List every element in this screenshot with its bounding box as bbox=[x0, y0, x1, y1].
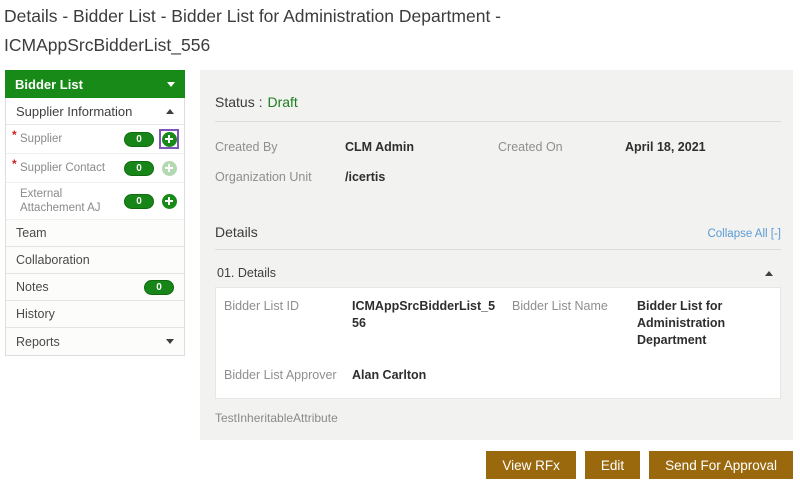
sidebar-item-label: Notes bbox=[16, 280, 49, 294]
created-by-value: CLM Admin bbox=[345, 140, 498, 154]
chevron-down-icon bbox=[167, 82, 175, 87]
sidebar-item-label: Collaboration bbox=[16, 253, 90, 267]
sidebar-header-label: Bidder List bbox=[15, 77, 83, 92]
created-on-label: Created On bbox=[498, 140, 625, 154]
view-rfx-button[interactable]: View RFx bbox=[486, 451, 576, 479]
sidebar-item-supplier-contact[interactable]: * Supplier Contact 0 bbox=[6, 154, 184, 183]
bidder-list-name-label: Bidder List Name bbox=[512, 298, 637, 349]
sidebar-section-supplier-information[interactable]: Supplier Information bbox=[6, 98, 184, 125]
sidebar-item-label: Supplier Contact bbox=[20, 161, 124, 175]
main-panel: Status : Draft Created By CLM Admin Creat… bbox=[200, 70, 793, 440]
bidder-list-approver-label: Bidder List Approver bbox=[224, 367, 352, 384]
details-fields-box: Bidder List ID ICMAppSrcBidderList_556 B… bbox=[215, 287, 781, 399]
count-badge: 0 bbox=[124, 194, 154, 209]
sidebar-item-label: Team bbox=[16, 226, 47, 240]
bidder-list-id-label: Bidder List ID bbox=[224, 298, 352, 349]
add-supplier-contact-button bbox=[159, 158, 179, 178]
sidebar-section-label: Supplier Information bbox=[16, 104, 132, 119]
status-row: Status : Draft bbox=[215, 70, 781, 110]
divider bbox=[215, 121, 781, 122]
bidder-list-name-value: Bidder List for Administration Departmen… bbox=[637, 298, 772, 349]
organization-unit-label: Organization Unit bbox=[215, 170, 345, 184]
sidebar-item-label: History bbox=[16, 307, 55, 321]
chevron-down-icon bbox=[166, 339, 174, 344]
sidebar-item-label: Reports bbox=[16, 335, 60, 349]
chevron-up-icon bbox=[765, 271, 773, 276]
sidebar-item-label: External Attachement AJ bbox=[20, 187, 124, 215]
required-marker: * bbox=[12, 157, 17, 171]
required-marker: * bbox=[12, 128, 17, 142]
created-by-label: Created By bbox=[215, 140, 345, 154]
organization-unit-value: /icertis bbox=[345, 170, 498, 184]
count-badge: 0 bbox=[124, 161, 154, 176]
count-badge: 0 bbox=[144, 280, 174, 295]
sidebar-item-reports[interactable]: Reports bbox=[6, 328, 184, 355]
edit-button[interactable]: Edit bbox=[585, 451, 640, 479]
sidebar-item-team[interactable]: Team bbox=[6, 220, 184, 247]
created-on-value: April 18, 2021 bbox=[625, 140, 781, 154]
chevron-up-icon bbox=[166, 109, 174, 114]
bidder-list-id-value: ICMAppSrcBidderList_556 bbox=[352, 298, 512, 349]
sidebar: Bidder List Supplier Information * Suppl… bbox=[5, 70, 185, 356]
sidebar-item-history[interactable]: History bbox=[6, 301, 184, 328]
collapse-all-link[interactable]: Collapse All [-] bbox=[707, 228, 781, 240]
details-section-title: Details bbox=[215, 224, 258, 240]
test-inheritable-attribute-label: TestInheritableAttribute bbox=[215, 411, 781, 425]
details-header: Details Collapse All [-] bbox=[215, 224, 781, 240]
accordion-title: 01. Details bbox=[217, 266, 276, 280]
plus-icon bbox=[162, 132, 177, 147]
sidebar-item-collaboration[interactable]: Collaboration bbox=[6, 247, 184, 274]
page-title: Details - Bidder List - Bidder List for … bbox=[4, 2, 624, 60]
add-supplier-button[interactable] bbox=[159, 129, 179, 149]
summary-fields: Created By CLM Admin Created On April 18… bbox=[215, 140, 781, 184]
status-badge: Draft bbox=[267, 94, 297, 110]
sidebar-item-external-attachement[interactable]: External Attachement AJ 0 bbox=[6, 183, 184, 220]
count-badge: 0 bbox=[124, 132, 154, 147]
sidebar-item-supplier[interactable]: * Supplier 0 bbox=[6, 125, 184, 154]
divider bbox=[215, 249, 781, 250]
plus-icon bbox=[162, 194, 177, 209]
status-label: Status : bbox=[215, 94, 262, 110]
sidebar-item-label: Supplier bbox=[20, 132, 124, 146]
sidebar-header-bidder-list[interactable]: Bidder List bbox=[5, 70, 185, 98]
add-external-attachement-button[interactable] bbox=[159, 191, 179, 211]
send-for-approval-button[interactable]: Send For Approval bbox=[649, 451, 793, 479]
accordion-header-01-details[interactable]: 01. Details bbox=[215, 259, 781, 287]
plus-icon-disabled bbox=[162, 161, 177, 176]
action-bar: View RFx Edit Send For Approval bbox=[486, 451, 793, 479]
bidder-list-approver-value: Alan Carlton bbox=[352, 367, 512, 384]
sidebar-item-notes[interactable]: Notes 0 bbox=[6, 274, 184, 301]
